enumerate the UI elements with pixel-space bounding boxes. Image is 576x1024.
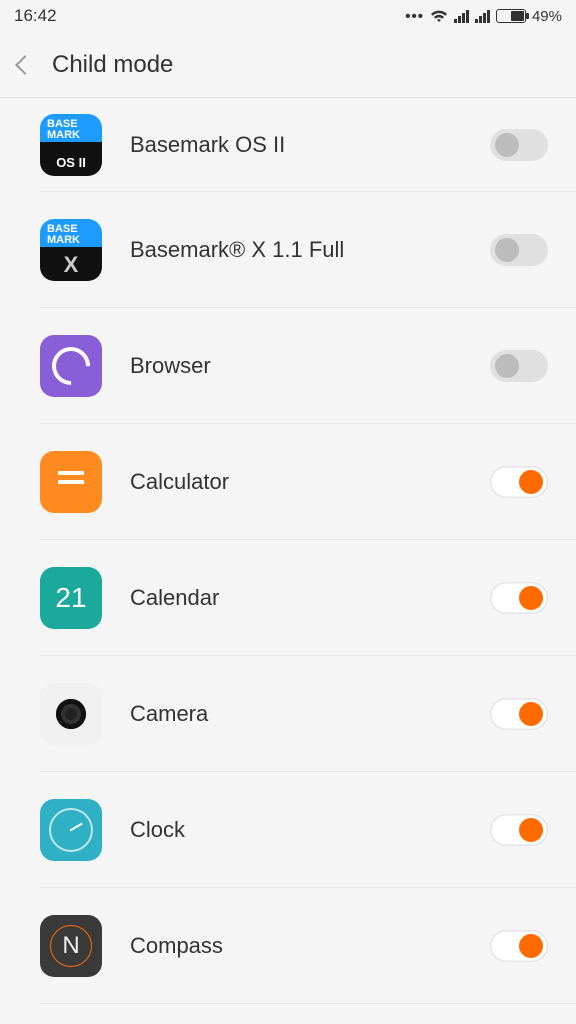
app-name-label: Browser	[130, 353, 490, 379]
app-name-label: Calculator	[130, 469, 490, 495]
signal-icon-2	[475, 9, 490, 23]
toggle-clock[interactable]	[490, 814, 548, 846]
toggle-camera[interactable]	[490, 698, 548, 730]
list-item: Clock	[40, 772, 576, 888]
app-name-label: Basemark OS II	[130, 132, 490, 158]
page-title: Child mode	[52, 51, 173, 79]
status-time: 16:42	[14, 6, 57, 26]
header: Child mode	[0, 32, 576, 98]
list-item: BASEMARKOS II Basemark OS II	[40, 98, 576, 192]
browser-icon	[40, 335, 102, 397]
app-name-label: Clock	[130, 817, 490, 843]
app-name-label: Calendar	[130, 585, 490, 611]
basemark-os-icon: BASEMARKOS II	[40, 114, 102, 176]
wifi-icon	[430, 9, 448, 23]
basemark-x-icon: BASEMARKX	[40, 219, 102, 281]
battery-percentage: 49%	[532, 8, 562, 25]
list-item: Compass	[40, 888, 576, 1004]
list-item: BASEMARKX Basemark® X 1.1 Full	[40, 192, 576, 308]
app-list: BASEMARKOS II Basemark OS II BASEMARKX B…	[0, 98, 576, 1004]
toggle-calculator[interactable]	[490, 466, 548, 498]
list-item: 21 Calendar	[40, 540, 576, 656]
status-right: ••• 49%	[405, 8, 562, 25]
toggle-compass[interactable]	[490, 930, 548, 962]
toggle-basemark-x[interactable]	[490, 234, 548, 266]
calendar-icon: 21	[40, 567, 102, 629]
calculator-icon	[40, 451, 102, 513]
toggle-browser[interactable]	[490, 350, 548, 382]
more-icon: •••	[405, 8, 424, 25]
toggle-basemark-os[interactable]	[490, 129, 548, 161]
clock-icon	[40, 799, 102, 861]
app-name-label: Basemark® X 1.1 Full	[130, 237, 490, 263]
compass-icon	[40, 915, 102, 977]
camera-icon	[40, 683, 102, 745]
list-item: Calculator	[40, 424, 576, 540]
list-item: Camera	[40, 656, 576, 772]
status-bar: 16:42 ••• 49%	[0, 0, 576, 32]
toggle-calendar[interactable]	[490, 582, 548, 614]
app-name-label: Compass	[130, 933, 490, 959]
back-icon[interactable]	[15, 55, 35, 75]
list-item: Browser	[40, 308, 576, 424]
battery-icon	[496, 9, 526, 23]
signal-icon-1	[454, 9, 469, 23]
app-name-label: Camera	[130, 701, 490, 727]
